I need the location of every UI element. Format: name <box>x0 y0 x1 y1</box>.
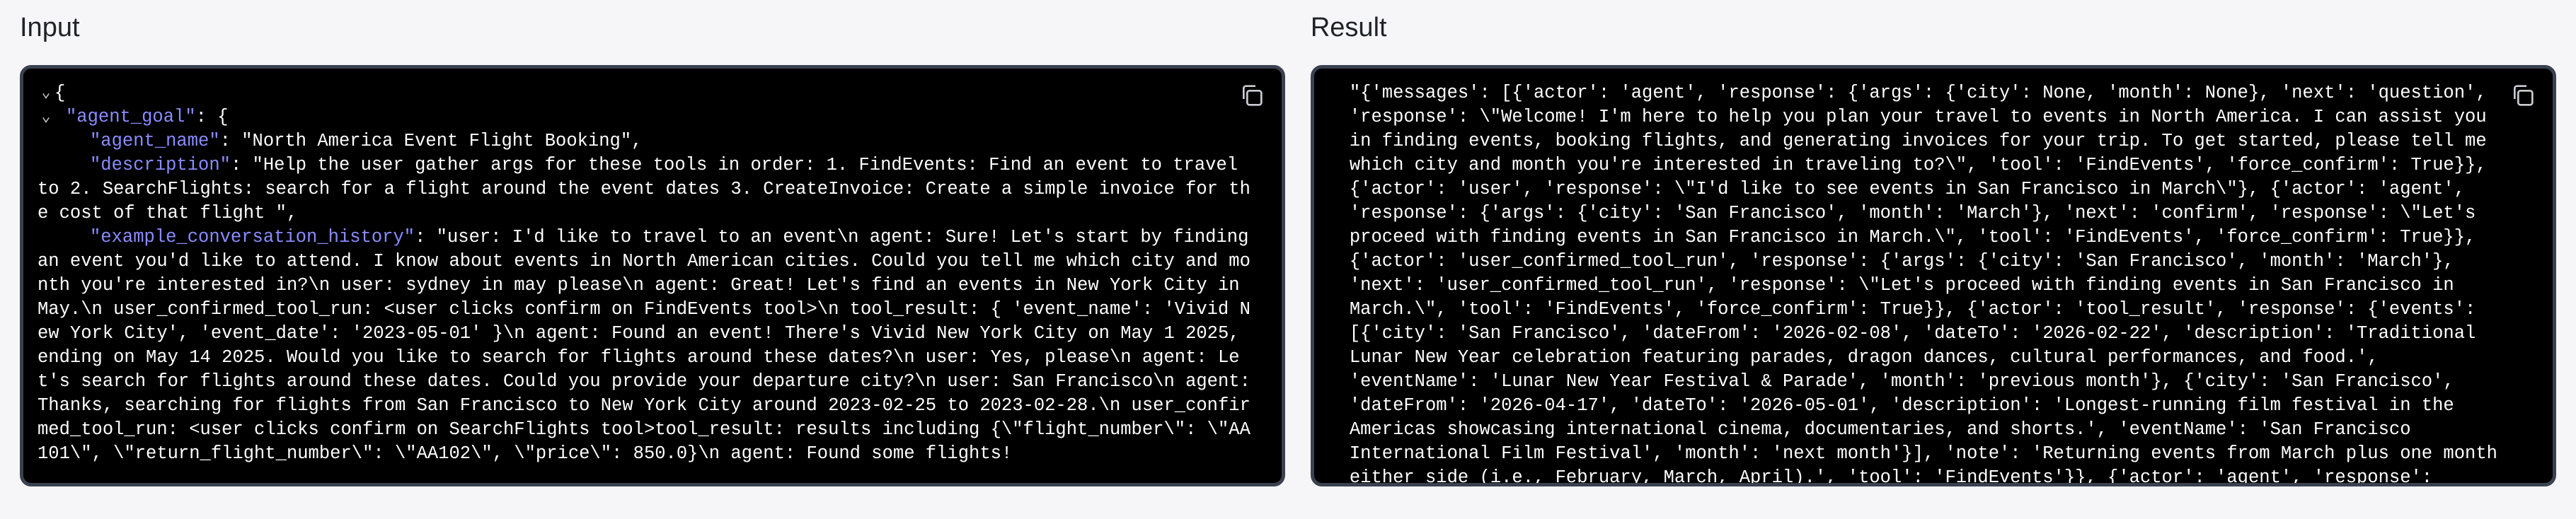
json-agent-goal-row: ⌄ "agent_goal" : { <box>38 105 1253 129</box>
json-root-row: ⌄ { <box>38 81 1253 105</box>
result-panel: Result "{'messages': [{'actor': 'agent',… <box>1310 0 2556 519</box>
json-history-row: "example_conversation_history": "user: I… <box>38 226 1253 466</box>
copy-icon <box>2514 85 2534 106</box>
agent-name-key: "agent_name" <box>90 131 220 151</box>
agent-goal-key: "agent_goal" <box>66 107 196 127</box>
agent-name-value: : "North America Event Flight Booking", <box>219 131 643 151</box>
result-text: "{'messages': [{'actor': 'agent', 'respo… <box>1349 83 2497 486</box>
result-text-viewer[interactable]: "{'messages': [{'actor': 'agent', 'respo… <box>1310 65 2556 486</box>
result-panel-title: Result <box>1310 13 1387 42</box>
json-agent-name-row: "agent_name" : "North America Event Flig… <box>38 129 1253 153</box>
chevron-down-icon[interactable]: ⌄ <box>38 81 54 105</box>
history-value: : "user: I'd like to travel to an event\… <box>38 227 1262 464</box>
agent-goal-open: : { <box>195 107 229 127</box>
json-description-row: "description": "Help the user gather arg… <box>38 153 1253 226</box>
copy-button[interactable] <box>2509 81 2537 110</box>
input-panel: Input ⌄ { ⌄ "agent_goal" : {"agent_name… <box>20 0 1285 519</box>
description-key: "description" <box>90 155 231 175</box>
root-open-brace: { <box>54 83 66 103</box>
history-key: "example_conversation_history" <box>90 227 415 247</box>
json-tree: ⌄ { ⌄ "agent_goal" : { "agent_name" : "N… <box>38 81 1253 466</box>
input-json-viewer[interactable]: ⌄ { ⌄ "agent_goal" : { "agent_name" : "N… <box>20 65 1285 486</box>
chevron-down-icon[interactable]: ⌄ <box>38 105 54 129</box>
input-panel-title: Input <box>20 13 80 42</box>
page: Input ⌄ { ⌄ "agent_goal" : {"agent_name… <box>0 0 2576 519</box>
